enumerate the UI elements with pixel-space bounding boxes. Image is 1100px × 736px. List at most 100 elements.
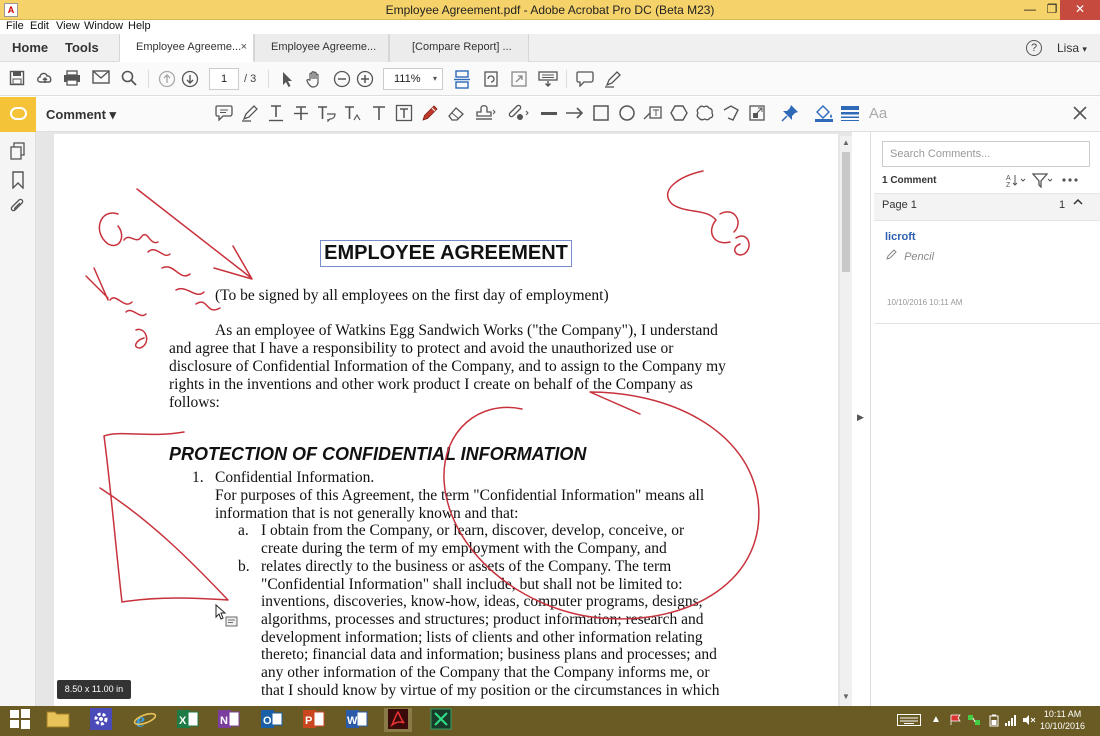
rectangle-tool-icon[interactable]	[591, 104, 611, 124]
insert-text-icon[interactable]	[343, 104, 363, 124]
acrobat-taskbar-icon[interactable]	[384, 708, 412, 732]
comment-tool-menu[interactable]: Comment ▾	[46, 107, 116, 123]
line-thickness-icon[interactable]	[840, 104, 860, 124]
document-scrollbar[interactable]: ▲ ▼	[840, 136, 852, 706]
rotate-view-icon[interactable]	[482, 70, 500, 88]
print-icon[interactable]	[63, 70, 81, 88]
comment-type: Pencil	[886, 249, 934, 263]
page-thumbnails-icon[interactable]	[10, 142, 26, 160]
word-icon[interactable]: W	[343, 708, 371, 732]
menu-help[interactable]: Help	[128, 20, 151, 32]
text-box-icon[interactable]	[394, 104, 414, 124]
close-window-button[interactable]: ✕	[1060, 0, 1100, 20]
doc-tab-compare-report[interactable]: [Compare Report] ...	[389, 34, 529, 62]
battery-icon[interactable]	[989, 714, 999, 730]
add-comment-icon[interactable]	[576, 70, 594, 88]
comment-tool-badge	[0, 97, 36, 132]
outlook-icon[interactable]: O	[258, 708, 286, 732]
highlight-pen-icon[interactable]	[604, 70, 622, 88]
comment-page-group[interactable]: Page 1 1	[874, 193, 1100, 221]
add-text-icon[interactable]	[369, 104, 389, 124]
document-title[interactable]: EMPLOYEE AGREEMENT	[320, 240, 572, 267]
highlight-text-icon[interactable]	[240, 104, 260, 124]
email-icon[interactable]	[92, 70, 110, 88]
keep-tool-selected-pin-icon[interactable]	[780, 104, 800, 124]
volume-muted-icon[interactable]	[1022, 714, 1036, 729]
menu-file[interactable]: File	[6, 20, 24, 32]
next-page-icon[interactable]	[181, 70, 199, 88]
tools-tab[interactable]: Tools	[65, 40, 99, 55]
attach-file-icon[interactable]	[506, 104, 529, 124]
system-clock[interactable]: 10:11 AM 10/10/2016	[1040, 708, 1085, 732]
onenote-icon[interactable]: N	[215, 708, 243, 732]
full-screen-icon[interactable]	[510, 70, 528, 88]
select-arrow-icon[interactable]	[278, 70, 296, 88]
hand-tool-icon[interactable]	[305, 70, 323, 88]
close-comment-tool-icon[interactable]	[1073, 105, 1087, 125]
zoom-out-icon[interactable]	[333, 70, 351, 88]
settings-gear-icon[interactable]	[87, 708, 115, 732]
menu-window[interactable]: Window	[84, 20, 123, 32]
scroll-up-arrow-icon[interactable]: ▲	[842, 138, 850, 147]
home-tab[interactable]: Home	[12, 40, 48, 55]
search-icon[interactable]	[120, 70, 138, 88]
text-callout-icon[interactable]	[643, 104, 663, 124]
save-icon[interactable]	[8, 70, 26, 88]
text-properties-button[interactable]: Aa	[865, 104, 891, 124]
comment-author[interactable]: licroft	[885, 231, 916, 243]
keyboard-icon[interactable]	[897, 714, 921, 729]
scroll-down-arrow-icon[interactable]: ▼	[842, 692, 850, 701]
scrolling-mode-icon[interactable]	[453, 70, 471, 89]
eraser-icon[interactable]	[446, 104, 466, 124]
windows-start-icon[interactable]	[6, 708, 34, 732]
wifi-signal-icon[interactable]	[1004, 714, 1018, 729]
user-menu[interactable]: Lisa ▾	[1057, 41, 1087, 55]
arrow-tool-icon[interactable]	[565, 104, 585, 124]
close-tab-icon[interactable]: ×	[241, 41, 247, 53]
app-taskbar-icon[interactable]	[427, 708, 455, 732]
chevron-down-icon: ▾	[432, 74, 437, 83]
network-icon[interactable]	[967, 714, 981, 729]
underline-text-icon[interactable]	[266, 104, 286, 124]
pencil-draw-icon[interactable]	[420, 104, 440, 124]
help-icon[interactable]: ?	[1026, 40, 1042, 56]
collapse-right-pane-arrow-icon[interactable]: ▶	[857, 412, 864, 423]
upload-cloud-icon[interactable]	[36, 70, 54, 88]
expand-tools-icon[interactable]	[747, 104, 767, 124]
page-number-input[interactable]: 1	[209, 68, 239, 90]
zoom-level-select[interactable]: 111% ▾	[383, 68, 443, 90]
navigation-pane-rail	[0, 132, 36, 706]
stamp-icon[interactable]	[474, 104, 496, 124]
more-options-icon[interactable]	[1062, 172, 1078, 191]
sticky-note-icon[interactable]	[214, 104, 234, 124]
polygon-line-icon[interactable]	[721, 104, 741, 124]
attachments-paperclip-icon[interactable]	[10, 198, 26, 214]
scrollbar-thumb[interactable]	[842, 152, 850, 272]
strikethrough-text-icon[interactable]	[291, 104, 311, 124]
powerpoint-icon[interactable]: P	[300, 708, 328, 732]
fill-color-icon[interactable]	[814, 104, 834, 124]
bookmark-icon[interactable]	[10, 171, 26, 190]
search-comments-input[interactable]: Search Comments...	[882, 141, 1090, 167]
oval-tool-icon[interactable]	[617, 104, 637, 124]
menu-view[interactable]: View	[56, 20, 80, 32]
chevron-up-icon[interactable]	[1073, 196, 1083, 210]
show-hidden-icons-icon[interactable]: ▲	[931, 714, 941, 725]
keyboard-shortcut-icon[interactable]	[538, 70, 558, 88]
cloud-tool-icon[interactable]	[695, 104, 715, 124]
file-explorer-icon[interactable]	[44, 708, 72, 732]
menu-edit[interactable]: Edit	[30, 20, 49, 32]
polygon-tool-icon[interactable]	[669, 104, 689, 124]
excel-icon[interactable]: X	[174, 708, 202, 732]
doc-tab-employee-agreement-2[interactable]: Employee Agreeme...	[254, 34, 389, 62]
previous-page-icon[interactable]	[158, 70, 176, 88]
filter-comments-icon[interactable]	[1031, 172, 1054, 191]
line-tool-icon[interactable]	[539, 104, 559, 124]
zoom-in-icon[interactable]	[356, 70, 374, 88]
replace-text-icon[interactable]	[316, 104, 336, 124]
action-center-flag-icon[interactable]	[949, 714, 963, 729]
doc-tab-employee-agreement-1[interactable]: Employee Agreeme... ×	[119, 34, 254, 62]
svg-text:O: O	[263, 715, 272, 727]
sort-comments-icon[interactable]: AZ	[1005, 172, 1027, 191]
internet-explorer-icon[interactable]: e	[131, 708, 159, 732]
